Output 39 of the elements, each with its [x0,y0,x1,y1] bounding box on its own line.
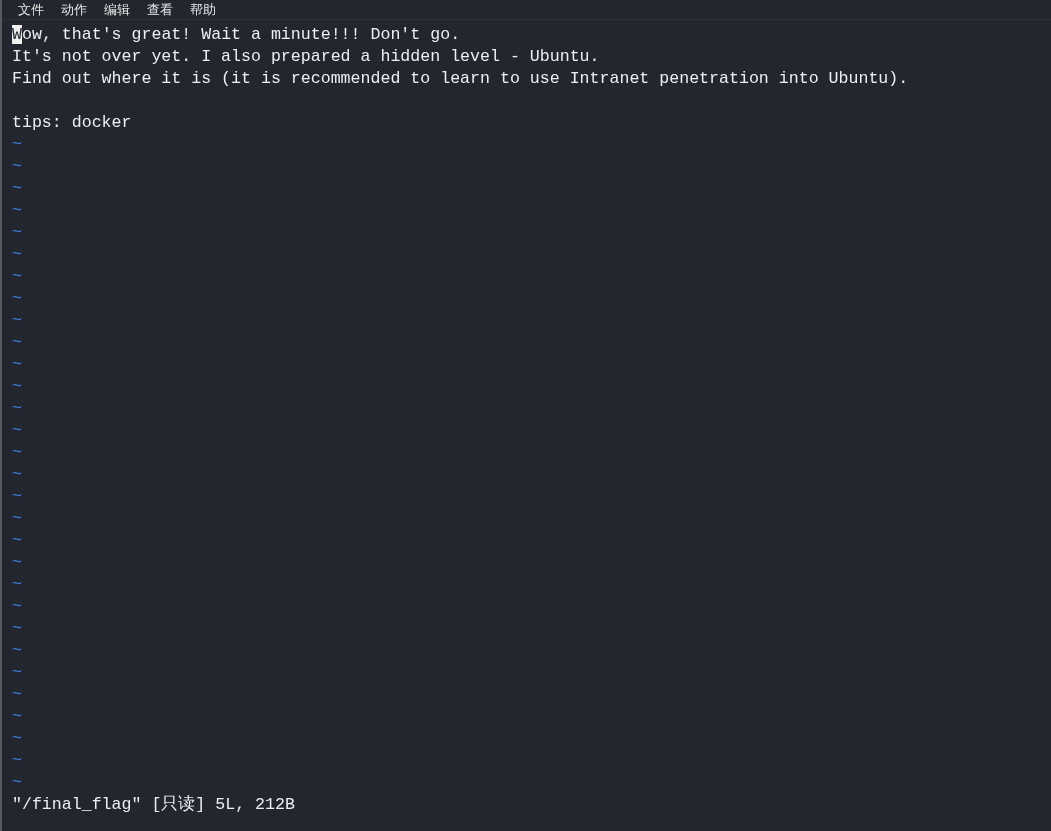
empty-line-marker: ~ [12,222,22,244]
empty-line-marker: ~ [12,178,22,200]
empty-line-marker: ~ [12,420,22,442]
empty-line-marker: ~ [12,772,22,794]
empty-line-marker: ~ [12,706,22,728]
empty-line-marker: ~ [12,464,22,486]
empty-line-marker: ~ [12,508,22,530]
menu-item[interactable]: 文件 [18,0,44,19]
empty-line-marker: ~ [12,486,22,508]
empty-line-marker: ~ [12,288,22,310]
empty-line-marker: ~ [12,442,22,464]
empty-line-marker: ~ [12,332,22,354]
empty-line-marker: ~ [12,684,22,706]
empty-line-marker: ~ [12,728,22,750]
empty-line-marker: ~ [12,574,22,596]
empty-line-marker: ~ [12,200,22,222]
status-line: "/final_flag" [只读] 5L, 212B [12,794,295,816]
menu-item[interactable]: 查看 [147,0,173,19]
empty-line-marker: ~ [12,596,22,618]
empty-line-marker: ~ [12,156,22,178]
empty-line-marker: ~ [12,750,22,772]
empty-line-marker: ~ [12,552,22,574]
empty-line-marker: ~ [12,376,22,398]
menu-item[interactable]: 编辑 [104,0,130,19]
empty-line-marker: ~ [12,310,22,332]
text-line: It's not over yet. I also prepared a hidden level - Ubuntu. [12,46,600,68]
empty-line-marker: ~ [12,244,22,266]
empty-line-marker: ~ [12,354,22,376]
text-line: Find out where it is (it is recommended to learn to use Intranet penetration into Ubuntu). [12,68,909,90]
empty-line-marker: ~ [12,618,22,640]
text-line: tips: docker [12,112,132,134]
empty-line-marker: ~ [12,662,22,684]
menu-item[interactable]: 帮助 [190,0,216,19]
empty-line-marker: ~ [12,640,22,662]
menu-item[interactable]: 动作 [61,0,87,19]
empty-line-marker: ~ [12,398,22,420]
empty-line-marker: ~ [12,530,22,552]
empty-line-marker: ~ [12,134,22,156]
empty-line-marker: ~ [12,266,22,288]
